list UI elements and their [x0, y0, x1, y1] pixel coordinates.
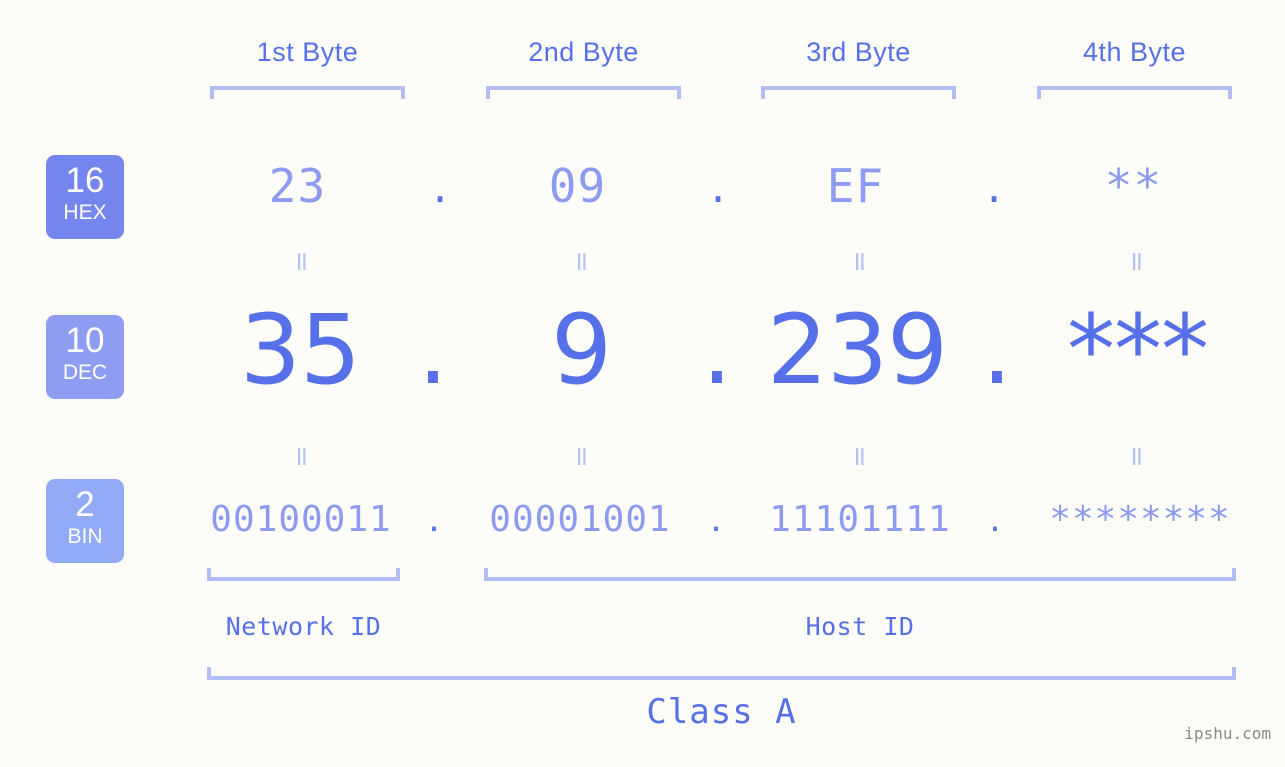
ip-breakdown-diagram: 1st Byte 2nd Byte 3rd Byte 4th Byte 16 H… [0, 0, 1285, 767]
byte-header-1: 1st Byte [256, 37, 359, 67]
radix-badge-hex: 16 HEX [46, 155, 124, 239]
equals-mark-dec-bin-1: = [286, 445, 318, 468]
host-id-label: Host ID [805, 612, 915, 641]
dec-separator-3: . [981, 294, 1013, 406]
class-label: Class A [646, 692, 797, 732]
byte-header-4: 4th Byte [1082, 37, 1187, 67]
radix-badge-bin: 2 BIN [46, 479, 124, 563]
network-id-label: Network ID [225, 612, 382, 641]
byte-bracket-3 [761, 86, 956, 99]
dec-byte-1: 35 [239, 294, 361, 406]
site-watermark: ipshu.com [1184, 724, 1271, 743]
bin-separator-1: . [428, 499, 440, 540]
bin-separator-2: . [710, 499, 722, 540]
equals-mark-dec-bin-4: = [1121, 445, 1153, 468]
equals-mark-hex-dec-4: = [1121, 250, 1153, 273]
dec-byte-2: 9 [550, 294, 612, 406]
radix-badge-dec: 10 DEC [46, 315, 124, 399]
class-bracket [207, 667, 1236, 680]
dec-separator-2: . [701, 294, 733, 406]
radix-badge-bin-word: BIN [67, 525, 103, 548]
byte-bracket-4 [1037, 86, 1232, 99]
bin-byte-2: 00001001 [489, 499, 671, 540]
bin-byte-1: 00100011 [210, 499, 392, 540]
bin-byte-4: ******** [1049, 499, 1231, 540]
hex-byte-2: 09 [548, 159, 607, 213]
hex-separator-3: . [986, 159, 1002, 213]
byte-header-2: 2nd Byte [528, 37, 639, 67]
byte-bracket-1 [210, 86, 405, 99]
radix-badge-bin-number: 2 [75, 485, 95, 524]
hex-byte-3: EF [826, 159, 885, 213]
equals-mark-dec-bin-2: = [566, 445, 598, 468]
byte-header-3: 3rd Byte [806, 37, 911, 67]
hex-byte-4: ** [1104, 159, 1163, 213]
hex-separator-2: . [710, 159, 726, 213]
radix-badge-hex-word: HEX [63, 201, 107, 224]
dec-separator-1: . [417, 294, 449, 406]
hex-byte-1: 23 [268, 159, 327, 213]
equals-mark-hex-dec-3: = [844, 250, 876, 273]
equals-mark-hex-dec-2: = [566, 250, 598, 273]
bin-separator-3: . [989, 499, 1001, 540]
network-id-bracket [207, 568, 400, 581]
radix-badge-dec-word: DEC [62, 361, 108, 384]
equals-mark-dec-bin-3: = [844, 445, 876, 468]
dec-byte-3: 239 [766, 294, 948, 406]
bin-byte-3: 11101111 [769, 499, 951, 540]
equals-mark-hex-dec-1: = [286, 250, 318, 273]
radix-badge-hex-number: 16 [65, 161, 105, 200]
radix-badge-dec-number: 10 [65, 321, 105, 360]
host-id-bracket [484, 568, 1236, 581]
dec-byte-4: *** [1067, 294, 1209, 406]
byte-bracket-2 [486, 86, 681, 99]
hex-separator-1: . [432, 159, 448, 213]
